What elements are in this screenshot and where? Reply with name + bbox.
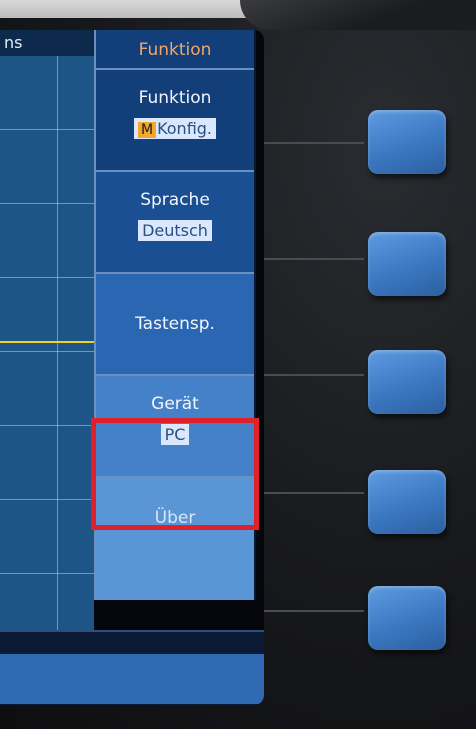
menu-item-value: M Konfig. [133,118,217,139]
waveform-grid [0,56,94,630]
softkey-2-button[interactable] [368,232,446,296]
menu-item-label: Gerät [151,394,199,414]
menu-item-tastensp[interactable]: Tastensp. [96,274,254,376]
softkey-5-button[interactable] [368,586,446,650]
button-guide-line [264,610,364,612]
softkey-4-button[interactable] [368,470,446,534]
button-guide-line [264,142,364,144]
waveform-area: ns [0,30,94,630]
menu-item-value-text: Konfig. [157,119,213,138]
menu-item-value: Deutsch [138,220,212,241]
highlight-box [91,418,259,530]
button-guide-line [264,374,364,376]
mode-badge: M [137,122,157,138]
softkey-1-button[interactable] [368,110,446,174]
softkey-3-button[interactable] [368,350,446,414]
button-guide-line [264,258,364,260]
signal-trace [0,341,94,343]
bezel-top-frame [240,0,476,30]
menu-item-funktion[interactable]: Funktion M Konfig. [96,70,254,172]
timebase-label: ns [0,30,94,56]
menu-item-label: Tastensp. [135,314,215,334]
menu-item-sprache[interactable]: Sprache Deutsch [96,172,254,274]
status-bar-panel [0,654,264,704]
status-bar [0,630,264,705]
menu-item-label: Funktion [138,88,212,108]
menu-header: Funktion [96,30,254,70]
menu-item-label: Sprache [140,190,210,210]
button-guide-line [264,492,364,494]
